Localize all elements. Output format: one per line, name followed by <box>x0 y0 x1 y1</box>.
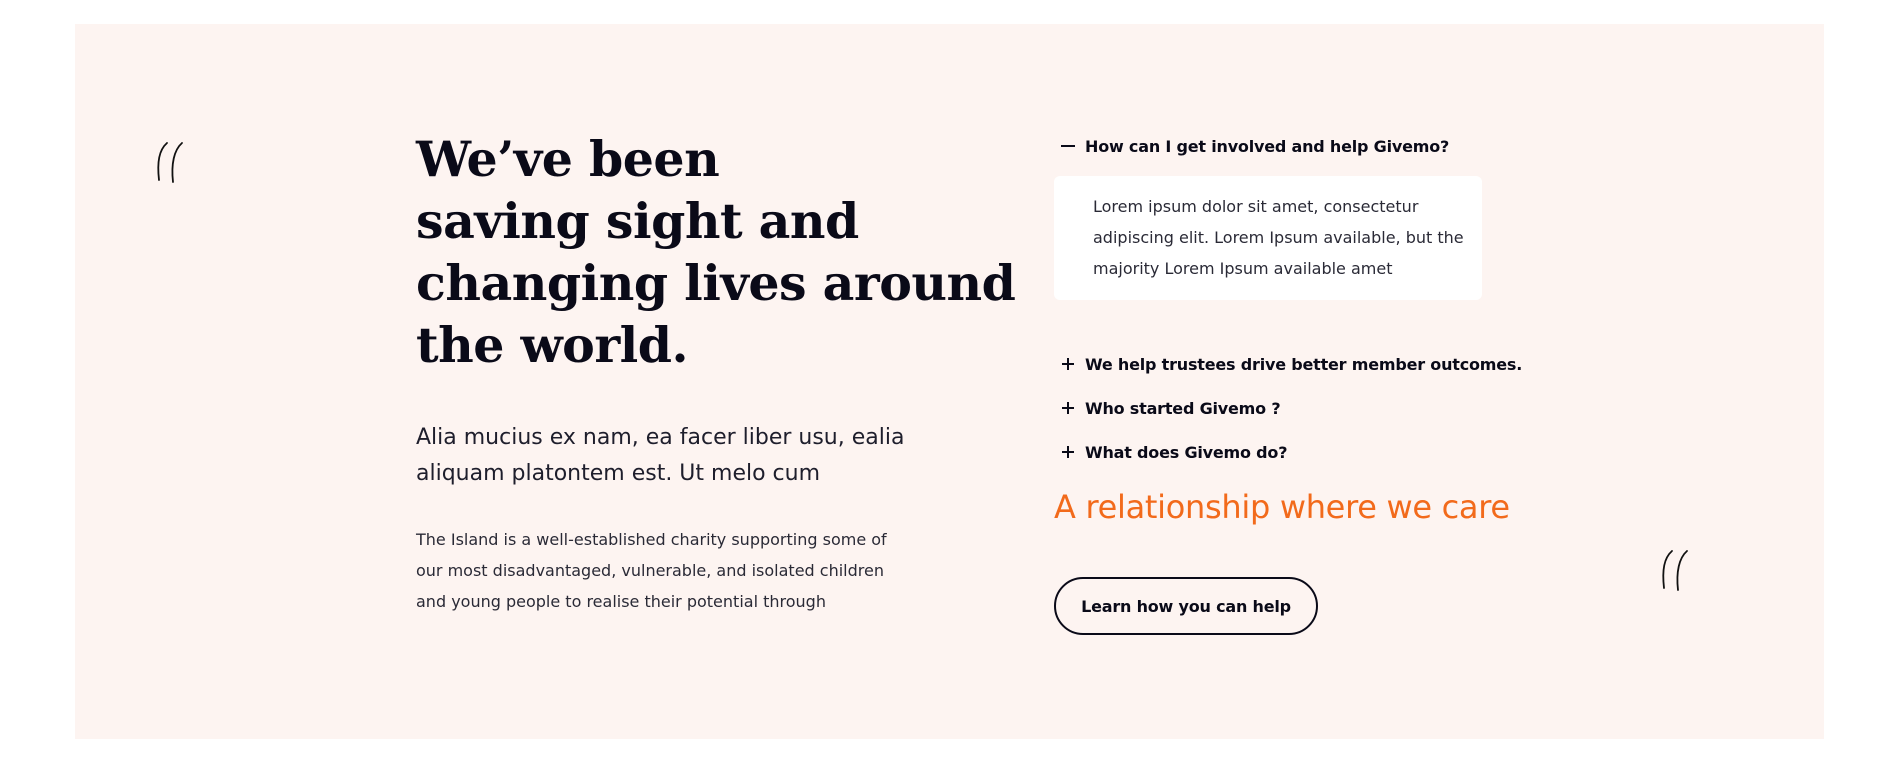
minus-icon[interactable] <box>1061 139 1075 153</box>
quote-mark-icon <box>157 142 183 183</box>
page-title: We’ve been saving sight and changing liv… <box>416 128 1016 376</box>
body-line: The Island is a well-established charity… <box>416 530 887 549</box>
headline-line: the world. <box>416 316 689 374</box>
faq-item[interactable]: Who started Givemo ? <box>1054 386 1484 430</box>
faq-accordion: How can I get involved and help Givemo? … <box>1054 128 1522 474</box>
faq-answer: Lorem ipsum dolor sit amet, consectetur … <box>1054 176 1482 300</box>
faq-item[interactable]: What does Givemo do? <box>1054 430 1484 474</box>
lead-line: Alia mucius ex nam, ea facer liber usu, … <box>416 425 905 450</box>
headline-line: saving sight and <box>416 192 859 250</box>
headline-line: We’ve been <box>416 130 720 188</box>
tagline: A relationship where we care <box>1054 488 1510 526</box>
lead-paragraph: Alia mucius ex nam, ea facer liber usu, … <box>416 420 905 492</box>
faq-question: We help trustees drive better member out… <box>1085 354 1523 374</box>
faq-item-open[interactable]: How can I get involved and help Givemo? <box>1054 128 1484 164</box>
body-line: our most disadvantaged, vulnerable, and … <box>416 561 884 580</box>
body-paragraph: The Island is a well-established charity… <box>416 524 887 617</box>
faq-question: What does Givemo do? <box>1085 442 1288 462</box>
faq-answer-line: adipiscing elit. Lorem Ipsum available, … <box>1093 228 1464 247</box>
faq-question: How can I get involved and help Givemo? <box>1085 136 1450 156</box>
faq-item[interactable]: We help trustees drive better member out… <box>1054 342 1522 386</box>
faq-answer-line: Lorem ipsum dolor sit amet, consectetur <box>1093 197 1419 216</box>
lead-line: aliquam platontem est. Ut melo cum <box>416 461 821 486</box>
plus-icon[interactable] <box>1061 445 1075 459</box>
intro-column: We’ve been saving sight and changing liv… <box>416 128 1016 617</box>
headline-line: changing lives around <box>416 254 1016 312</box>
plus-icon[interactable] <box>1061 401 1075 415</box>
faq-answer-line: majority Lorem Ipsum available amet <box>1093 259 1393 278</box>
faq-question: Who started Givemo ? <box>1085 398 1281 418</box>
quote-mark-icon <box>1662 550 1688 591</box>
plus-icon[interactable] <box>1061 357 1075 371</box>
faq-list: We help trustees drive better member out… <box>1054 342 1522 474</box>
learn-how-you-can-help-button[interactable]: Learn how you can help <box>1054 577 1318 635</box>
body-line: and young people to realise their potent… <box>416 592 826 611</box>
